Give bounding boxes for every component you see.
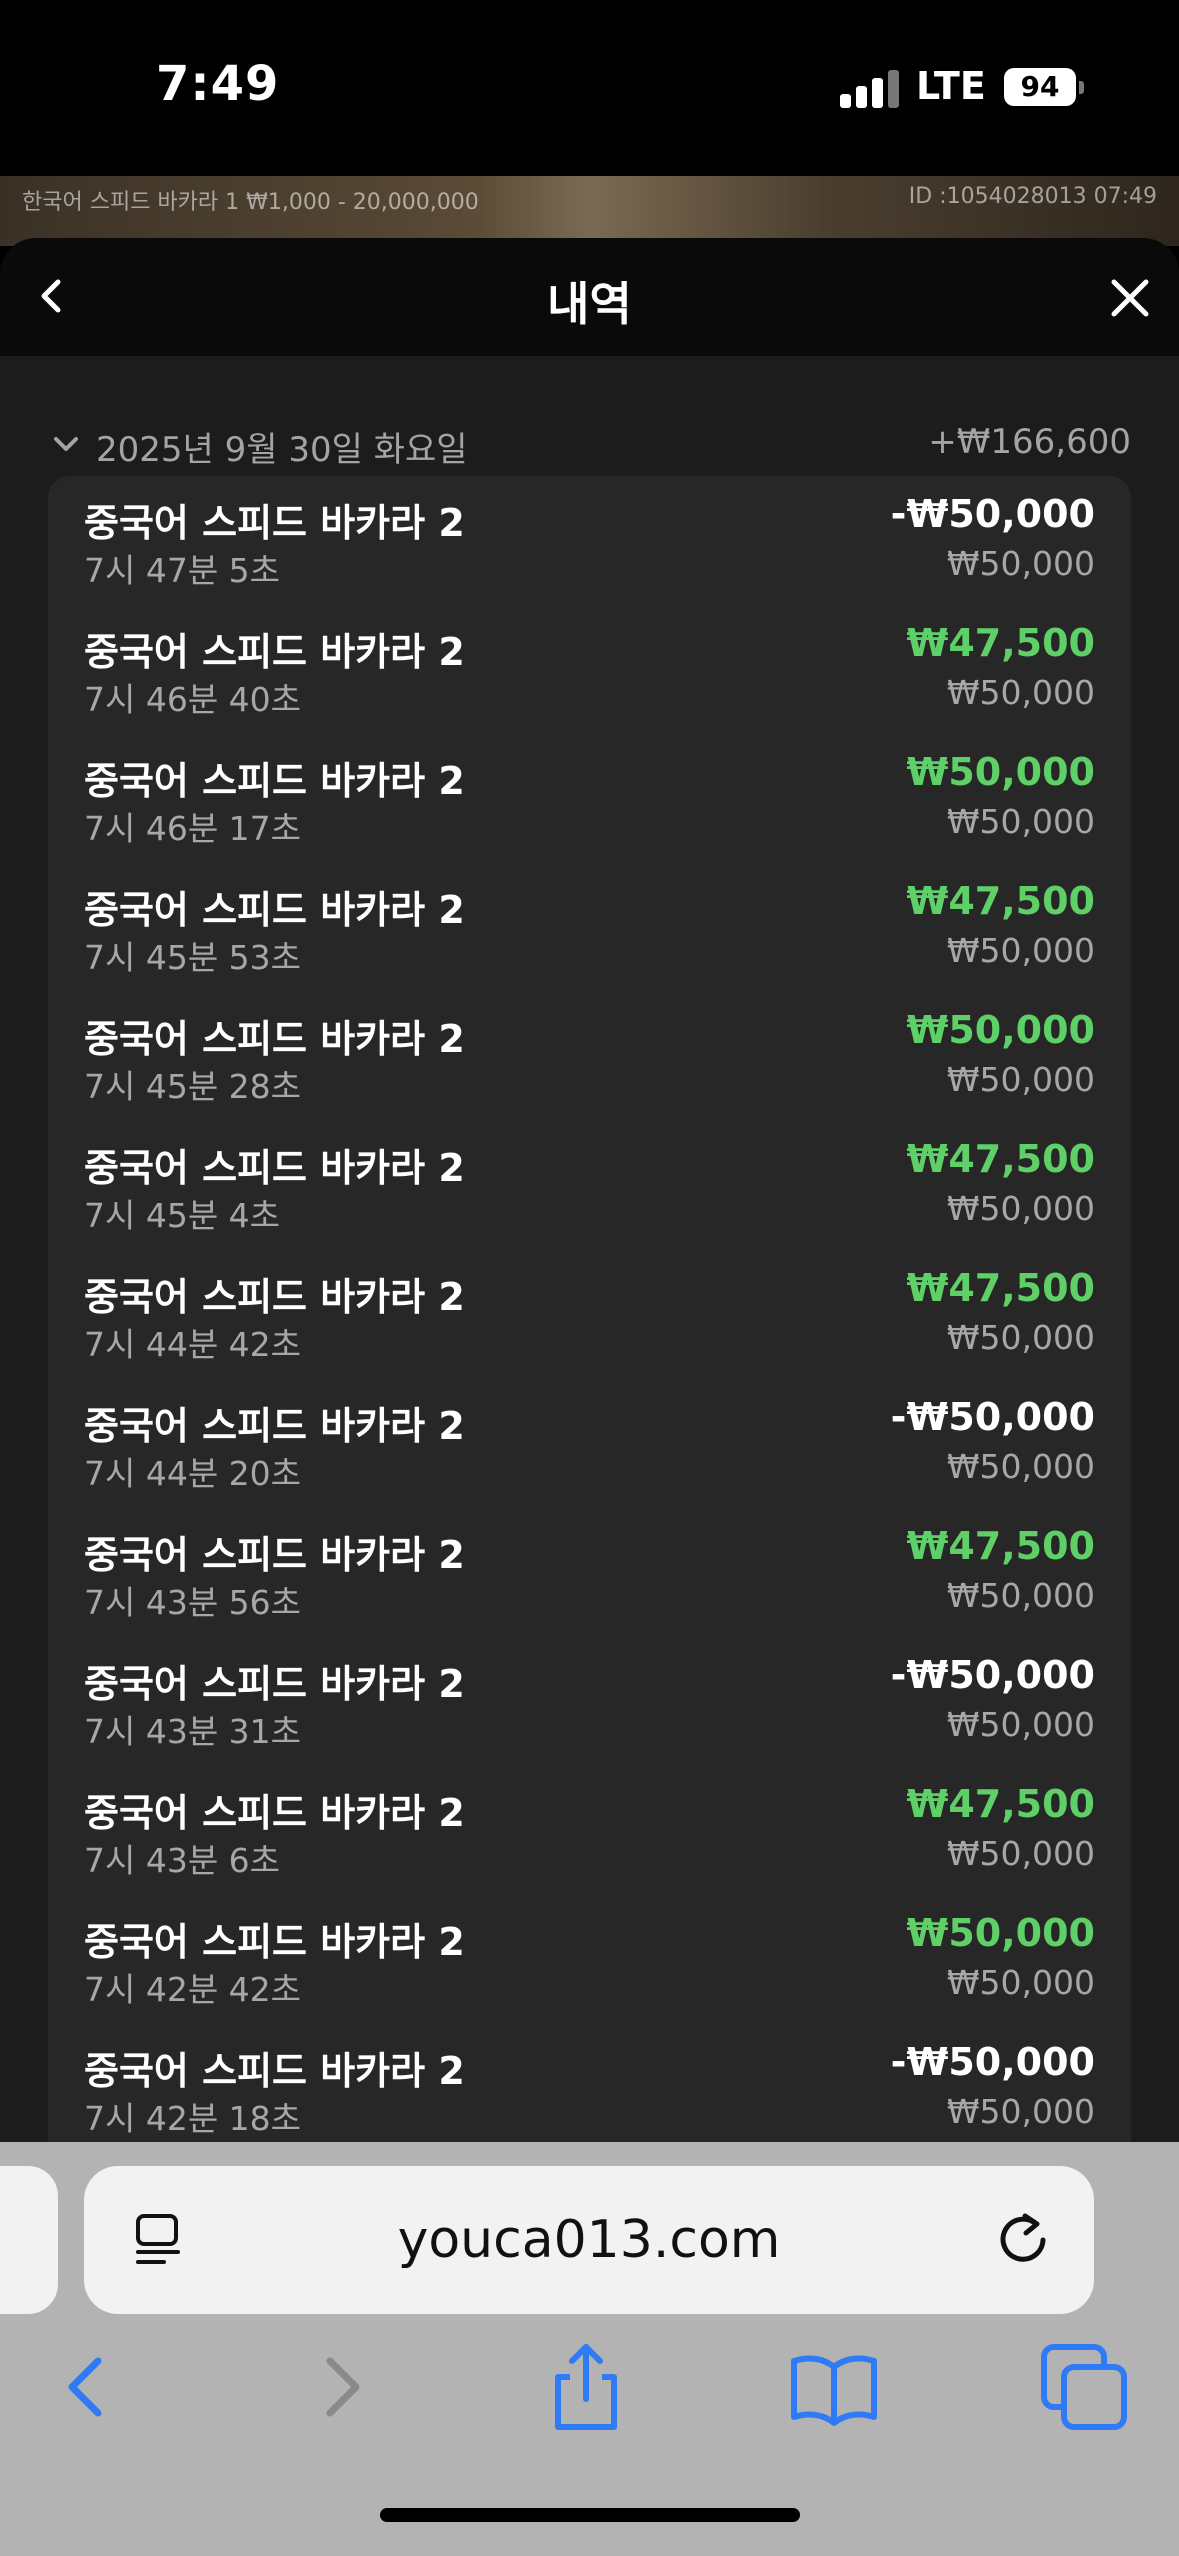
transaction-row[interactable]: 중국어 스피드 바카라 2 7시 45분 53초 ₩47,500 ₩50,000 xyxy=(48,863,1131,992)
share-icon[interactable] xyxy=(536,2337,636,2437)
transaction-row[interactable]: 중국어 스피드 바카라 2 7시 47분 5초 -₩50,000 ₩50,000 xyxy=(48,476,1131,605)
day-total: +₩166,600 xyxy=(928,422,1131,462)
home-indicator[interactable] xyxy=(380,2508,800,2522)
transaction-time: 7시 46분 17초 xyxy=(84,809,302,848)
transaction-amount: ₩47,500 xyxy=(906,1266,1095,1310)
modal-title: 내역 xyxy=(547,277,632,331)
transaction-row[interactable]: 중국어 스피드 바카라 2 7시 43분 6초 ₩47,500 ₩50,000 xyxy=(48,1766,1131,1895)
transaction-row[interactable]: 중국어 스피드 바카라 2 7시 43분 56초 ₩47,500 ₩50,000 xyxy=(48,1508,1131,1637)
reload-icon[interactable] xyxy=(992,2208,1054,2270)
network-label: LTE xyxy=(916,64,986,108)
transaction-time: 7시 46분 40초 xyxy=(84,680,302,719)
transaction-amount: ₩50,000 xyxy=(906,1008,1095,1052)
transaction-game-name: 중국어 스피드 바카라 2 xyxy=(84,888,465,932)
close-icon xyxy=(1111,279,1149,317)
transaction-game-name: 중국어 스피드 바카라 2 xyxy=(84,759,465,803)
status-time: 7:49 xyxy=(156,56,280,112)
transaction-row[interactable]: 중국어 스피드 바카라 2 7시 44분 20초 -₩50,000 ₩50,000 xyxy=(48,1379,1131,1508)
transaction-amount: ₩50,000 xyxy=(906,1911,1095,1955)
address-bar[interactable]: youca013.com xyxy=(84,2166,1094,2314)
transaction-bet: ₩50,000 xyxy=(946,1189,1095,1228)
transaction-amount: -₩50,000 xyxy=(890,2040,1095,2084)
status-bar: 7:49 LTE 94 xyxy=(0,0,1179,176)
game-id: ID :1054028013 07:49 xyxy=(908,184,1157,209)
url-text: youca013.com xyxy=(397,2210,781,2270)
transaction-game-name: 중국어 스피드 바카라 2 xyxy=(84,501,465,545)
transaction-bet: ₩50,000 xyxy=(946,673,1095,712)
battery-icon: 94 xyxy=(1004,68,1084,106)
transaction-time: 7시 45분 4초 xyxy=(84,1196,281,1235)
transaction-row[interactable]: 중국어 스피드 바카라 2 7시 42분 18초 -₩50,000 ₩50,000 xyxy=(48,2024,1131,2142)
transaction-game-name: 중국어 스피드 바카라 2 xyxy=(84,1146,465,1190)
transaction-time: 7시 45분 28초 xyxy=(84,1067,302,1106)
transaction-time: 7시 42분 42초 xyxy=(84,1970,302,2009)
game-info: 한국어 스피드 바카라 1 ₩1,000 - 20,000,000 xyxy=(22,190,479,215)
transaction-time: 7시 44분 20초 xyxy=(84,1454,302,1493)
day-group-header[interactable]: 2025년 9월 30일 화요일 +₩166,600 xyxy=(48,416,1131,472)
transaction-row[interactable]: 중국어 스피드 바카라 2 7시 46분 17초 ₩50,000 ₩50,000 xyxy=(48,734,1131,863)
transaction-bet: ₩50,000 xyxy=(946,2092,1095,2131)
transaction-bet: ₩50,000 xyxy=(946,544,1095,583)
history-modal: 내역 2025년 9월 30일 화요일 +₩166,600 중국어 스피드 바카… xyxy=(0,238,1179,2142)
transaction-time: 7시 43분 31초 xyxy=(84,1712,302,1751)
signal-icon xyxy=(840,68,900,108)
transaction-time: 7시 47분 5초 xyxy=(84,551,281,590)
transaction-amount: ₩47,500 xyxy=(906,879,1095,923)
day-date: 2025년 9월 30일 화요일 xyxy=(96,430,468,470)
chevron-down-icon xyxy=(54,437,78,451)
nav-forward-icon[interactable] xyxy=(292,2337,392,2437)
transaction-amount: -₩50,000 xyxy=(890,1653,1095,1697)
transaction-amount: ₩47,500 xyxy=(906,1782,1095,1826)
transaction-row[interactable]: 중국어 스피드 바카라 2 7시 45분 4초 ₩47,500 ₩50,000 xyxy=(48,1121,1131,1250)
transaction-row[interactable]: 중국어 스피드 바카라 2 7시 44분 42초 ₩47,500 ₩50,000 xyxy=(48,1250,1131,1379)
transaction-game-name: 중국어 스피드 바카라 2 xyxy=(84,2049,465,2093)
transaction-amount: ₩47,500 xyxy=(906,1137,1095,1181)
transaction-bet: ₩50,000 xyxy=(946,1318,1095,1357)
transaction-bet: ₩50,000 xyxy=(946,1834,1095,1873)
transaction-row[interactable]: 중국어 스피드 바카라 2 7시 46분 40초 ₩47,500 ₩50,000 xyxy=(48,605,1131,734)
transaction-time: 7시 43분 56초 xyxy=(84,1583,302,1622)
transaction-game-name: 중국어 스피드 바카라 2 xyxy=(84,1920,465,1964)
transaction-amount: ₩50,000 xyxy=(906,750,1095,794)
transaction-game-name: 중국어 스피드 바카라 2 xyxy=(84,1017,465,1061)
transaction-time: 7시 43분 6초 xyxy=(84,1841,281,1880)
transaction-amount: -₩50,000 xyxy=(890,1395,1095,1439)
previous-tab-peek[interactable] xyxy=(0,2166,58,2314)
transaction-amount: -₩50,000 xyxy=(890,492,1095,536)
close-button[interactable] xyxy=(1100,268,1160,328)
transaction-bet: ₩50,000 xyxy=(946,802,1095,841)
transaction-game-name: 중국어 스피드 바카라 2 xyxy=(84,1275,465,1319)
transaction-game-name: 중국어 스피드 바카라 2 xyxy=(84,1533,465,1577)
transaction-bet: ₩50,000 xyxy=(946,1060,1095,1099)
transaction-amount: ₩47,500 xyxy=(906,1524,1095,1568)
transaction-time: 7시 45분 53초 xyxy=(84,938,302,977)
browser-toolbar: youca013.com xyxy=(0,2142,1179,2556)
transaction-game-name: 중국어 스피드 바카라 2 xyxy=(84,1791,465,1835)
transaction-bet: ₩50,000 xyxy=(946,1705,1095,1744)
browser-nav-row xyxy=(0,2337,1179,2457)
transaction-bet: ₩50,000 xyxy=(946,931,1095,970)
transaction-game-name: 중국어 스피드 바카라 2 xyxy=(84,630,465,674)
transaction-amount: ₩47,500 xyxy=(906,621,1095,665)
transaction-row[interactable]: 중국어 스피드 바카라 2 7시 42분 42초 ₩50,000 ₩50,000 xyxy=(48,1895,1131,2024)
transaction-row[interactable]: 중국어 스피드 바카라 2 7시 45분 28초 ₩50,000 ₩50,000 xyxy=(48,992,1131,1121)
tabs-icon[interactable] xyxy=(1034,2337,1134,2437)
game-video-strip: 한국어 스피드 바카라 1 ₩1,000 - 20,000,000 ID :10… xyxy=(0,176,1179,246)
bookmarks-icon[interactable] xyxy=(784,2337,884,2437)
transaction-bet: ₩50,000 xyxy=(946,1576,1095,1615)
transaction-bet: ₩50,000 xyxy=(946,1963,1095,2002)
transaction-time: 7시 42분 18초 xyxy=(84,2099,302,2138)
transaction-game-name: 중국어 스피드 바카라 2 xyxy=(84,1662,465,1706)
transaction-bet: ₩50,000 xyxy=(946,1447,1095,1486)
modal-header: 내역 xyxy=(0,238,1179,356)
transaction-game-name: 중국어 스피드 바카라 2 xyxy=(84,1404,465,1448)
transaction-list: 중국어 스피드 바카라 2 7시 47분 5초 -₩50,000 ₩50,000 중국어… xyxy=(48,476,1131,2142)
nav-back-icon[interactable] xyxy=(36,2337,136,2437)
transaction-time: 7시 44분 42초 xyxy=(84,1325,302,1364)
transaction-row[interactable]: 중국어 스피드 바카라 2 7시 43분 31초 -₩50,000 ₩50,000 xyxy=(48,1637,1131,1766)
